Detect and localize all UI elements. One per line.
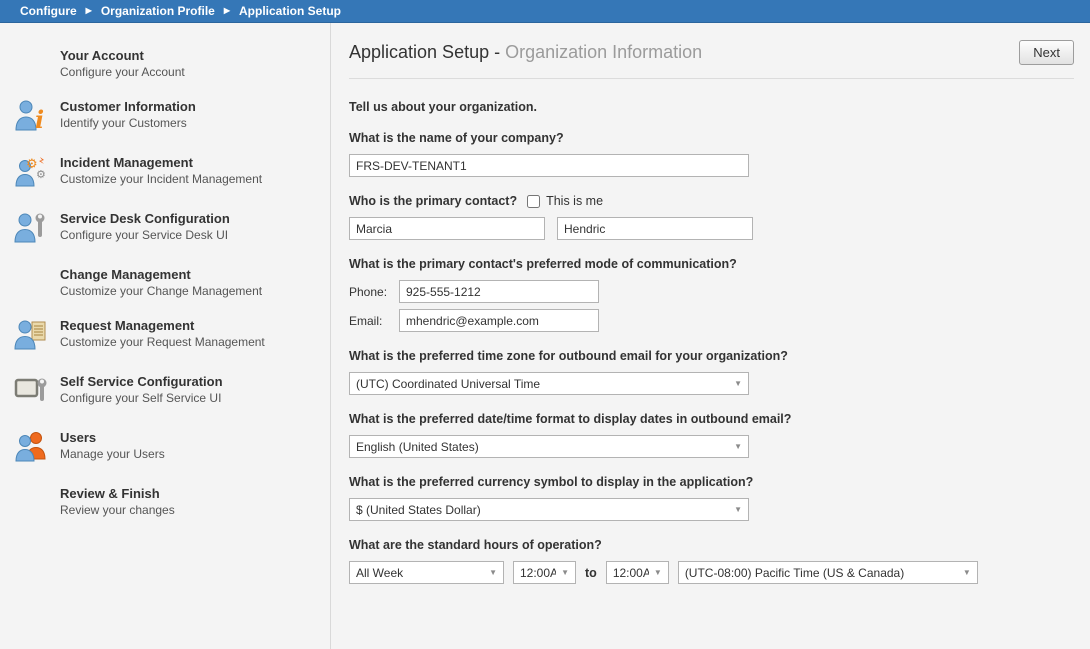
sidebar-item-subtitle: Review your changes (60, 503, 175, 518)
hours-question: What are the standard hours of operation… (349, 538, 1074, 552)
company-name-input[interactable] (349, 154, 749, 177)
hours-from-select[interactable]: 12:00AM ▼ (513, 561, 576, 584)
chevron-down-icon: ▼ (963, 568, 971, 577)
page-title-secondary: Organization Information (505, 42, 702, 62)
sidebar-item-subtitle: Manage your Users (60, 447, 165, 462)
setup-steps-sidebar: Your Account Configure your Account i Cu… (0, 23, 331, 649)
next-button[interactable]: Next (1019, 40, 1074, 65)
sidebar-item-title: Review & Finish (60, 485, 175, 501)
sidebar-item-subtitle: Customize your Request Management (60, 335, 265, 350)
email-input[interactable] (399, 309, 599, 332)
sidebar-item-subtitle: Identify your Customers (60, 116, 196, 131)
timezone-value: (UTC) Coordinated Universal Time (356, 377, 729, 391)
sidebar-item-subtitle: Configure your Service Desk UI (60, 228, 230, 243)
hours-from-value: 12:00AM (520, 566, 556, 580)
sidebar-item-users[interactable]: Users Manage your Users (14, 429, 330, 468)
chevron-down-icon: ▼ (734, 505, 742, 514)
hours-days-value: All Week (356, 566, 484, 580)
sidebar-item-subtitle: Configure your Account (60, 65, 185, 80)
hours-to-value: 12:00AM (613, 566, 649, 580)
timezone-select[interactable]: (UTC) Coordinated Universal Time ▼ (349, 372, 749, 395)
hours-timezone-select[interactable]: (UTC-08:00) Pacific Time (US & Canada) ▼ (678, 561, 978, 584)
breadcrumb-organization-profile[interactable]: Organization Profile (101, 4, 215, 18)
sidebar-item-subtitle: Customize your Change Management (60, 284, 262, 299)
svg-text:i: i (35, 105, 44, 132)
icon-spacer (14, 485, 60, 486)
currency-select[interactable]: $ (United States Dollar) ▼ (349, 498, 749, 521)
sidebar-item-your-account[interactable]: Your Account Configure your Account (14, 47, 330, 81)
this-is-me-checkbox[interactable] (527, 195, 540, 208)
sidebar-item-title: Request Management (60, 317, 265, 333)
chevron-down-icon: ▼ (561, 568, 569, 577)
breadcrumb-configure[interactable]: Configure (20, 4, 77, 18)
sidebar-item-change-management[interactable]: Change Management Customize your Change … (14, 266, 330, 300)
sidebar-item-review-finish[interactable]: Review & Finish Review your changes (14, 485, 330, 519)
service-desk-icon (14, 210, 60, 249)
currency-value: $ (United States Dollar) (356, 503, 729, 517)
communication-question: What is the primary contact's preferred … (349, 257, 1074, 271)
datetime-format-question: What is the preferred date/time format t… (349, 412, 1074, 426)
chevron-down-icon: ▼ (734, 379, 742, 388)
sidebar-item-title: Incident Management (60, 154, 262, 170)
breadcrumb-arrow-icon: ▶ (86, 6, 92, 15)
last-name-input[interactable] (557, 217, 753, 240)
self-service-icon (14, 373, 60, 412)
contact-question: Who is the primary contact? (349, 194, 517, 208)
sidebar-item-subtitle: Customize your Incident Management (60, 172, 262, 187)
sidebar-item-title: Your Account (60, 47, 185, 63)
sidebar-item-request-management[interactable]: Request Management Customize your Reques… (14, 317, 330, 356)
email-label: Email: (349, 314, 399, 328)
datetime-format-value: English (United States) (356, 440, 729, 454)
first-name-input[interactable] (349, 217, 545, 240)
customer-information-icon: i (14, 98, 60, 137)
phone-label: Phone: (349, 285, 399, 299)
sidebar-item-title: Change Management (60, 266, 262, 282)
hours-to-label: to (585, 566, 597, 580)
sidebar-item-title: Users (60, 429, 165, 445)
breadcrumb-application-setup[interactable]: Application Setup (239, 4, 341, 18)
chevron-down-icon: ▼ (654, 568, 662, 577)
sidebar-item-subtitle: Configure your Self Service UI (60, 391, 223, 406)
svg-text:⚙: ⚙ (36, 168, 46, 181)
breadcrumb-bar: Configure ▶ Organization Profile ▶ Appli… (0, 0, 1090, 23)
intro-text: Tell us about your organization. (349, 100, 1074, 114)
sidebar-item-title: Self Service Configuration (60, 373, 223, 389)
sidebar-item-self-service[interactable]: Self Service Configuration Configure you… (14, 373, 330, 412)
breadcrumb-arrow-icon: ▶ (224, 6, 230, 15)
sidebar-item-customer-information[interactable]: i Customer Information Identify your Cus… (14, 98, 330, 137)
hours-to-select[interactable]: 12:00AM ▼ (606, 561, 669, 584)
currency-question: What is the preferred currency symbol to… (349, 475, 1074, 489)
sidebar-item-service-desk[interactable]: Service Desk Configuration Configure you… (14, 210, 330, 249)
sidebar-item-title: Customer Information (60, 98, 196, 114)
header-divider (349, 78, 1074, 79)
icon-spacer (14, 266, 60, 267)
hours-timezone-value: (UTC-08:00) Pacific Time (US & Canada) (685, 566, 958, 580)
users-icon (14, 429, 60, 468)
this-is-me-label: This is me (546, 194, 603, 208)
phone-input[interactable] (399, 280, 599, 303)
chevron-down-icon: ▼ (489, 568, 497, 577)
datetime-format-select[interactable]: English (United States) ▼ (349, 435, 749, 458)
page-title: Application Setup - Organization Informa… (349, 42, 702, 63)
company-question: What is the name of your company? (349, 131, 1074, 145)
hours-days-select[interactable]: All Week ▼ (349, 561, 504, 584)
timezone-question: What is the preferred time zone for outb… (349, 349, 1074, 363)
icon-spacer (14, 47, 60, 48)
main-content: Application Setup - Organization Informa… (331, 23, 1090, 649)
sidebar-item-incident-management[interactable]: ⚙ ⚙ Incident Management Customize your I… (14, 154, 330, 193)
incident-management-icon: ⚙ ⚙ (14, 154, 60, 193)
page-title-primary: Application Setup - (349, 42, 505, 62)
chevron-down-icon: ▼ (734, 442, 742, 451)
request-management-icon (14, 317, 60, 356)
sidebar-item-title: Service Desk Configuration (60, 210, 230, 226)
